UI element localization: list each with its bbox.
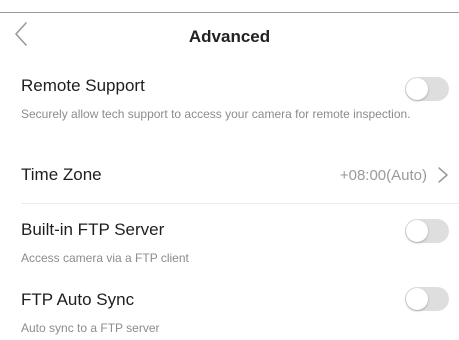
setting-time-zone[interactable]: Time Zone +08:00(Auto)	[21, 156, 449, 196]
ftp-server-toggle[interactable]	[405, 219, 449, 243]
toggle-knob	[406, 220, 428, 242]
setting-remote-support: Remote Support Securely allow tech suppo…	[21, 72, 449, 148]
setting-description: Auto sync to a FTP server	[21, 321, 160, 335]
remote-support-toggle[interactable]	[405, 77, 449, 101]
divider	[21, 203, 459, 204]
toggle-knob	[406, 288, 428, 310]
setting-ftp-auto-sync: FTP Auto Sync Auto sync to a FTP server	[21, 282, 449, 338]
chevron-right-icon	[438, 167, 448, 183]
setting-title: Remote Support	[21, 76, 145, 95]
setting-description: Securely allow tech support to access yo…	[21, 107, 411, 121]
setting-title: Time Zone	[21, 165, 102, 184]
setting-description: Access camera via a FTP client	[21, 251, 189, 265]
toggle-knob	[406, 78, 428, 100]
setting-title: FTP Auto Sync	[21, 290, 135, 309]
header-bar: Advanced	[0, 13, 459, 59]
page-title: Advanced	[188, 27, 271, 46]
setting-title: Built-in FTP Server	[21, 220, 165, 239]
time-zone-value: +08:00(Auto)	[339, 167, 427, 184]
ftp-auto-sync-toggle[interactable]	[405, 287, 449, 311]
setting-built-in-ftp-server: Built-in FTP Server Access camera via a …	[21, 212, 449, 272]
